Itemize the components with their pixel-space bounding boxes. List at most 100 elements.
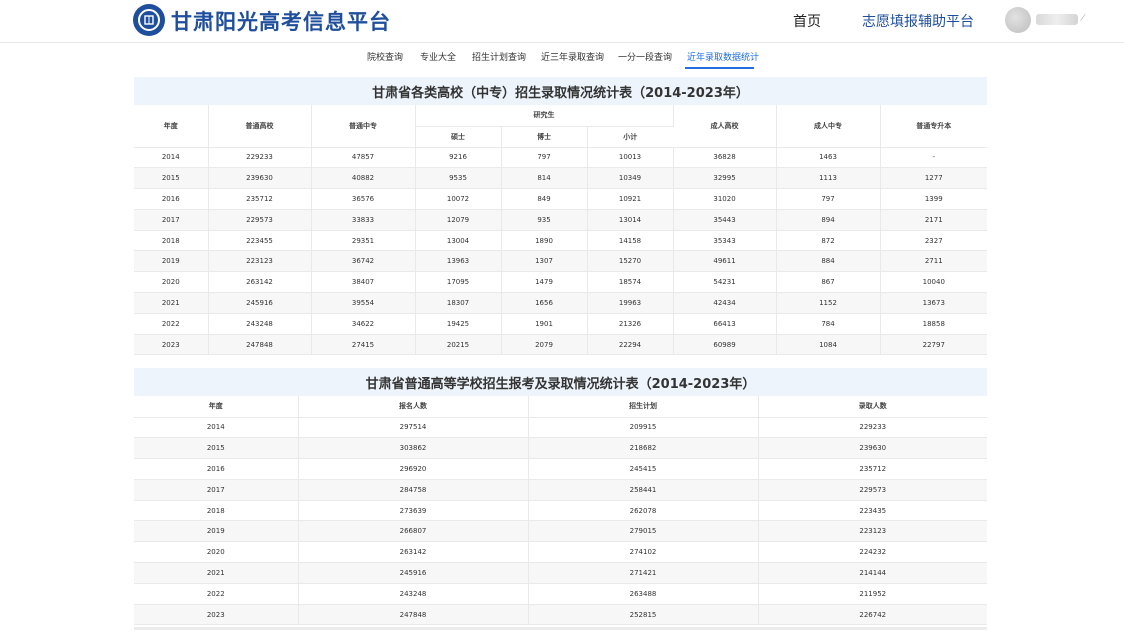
table-row: 2021 245916 39554 18307 1656 19963 42434 1152 13… [134, 292, 988, 314]
tab-enrollment-plan[interactable]: 招生计划查询 [472, 50, 526, 63]
table-cell: 884 [776, 250, 881, 273]
col-header-regular-college: 普通高校 [208, 105, 312, 148]
col-header-adult-secondary: 成人中专 [776, 105, 881, 148]
col-header-adult-college: 成人高校 [673, 105, 777, 148]
col-header-year: 年度 [134, 105, 209, 148]
col-header-master: 硕士 [415, 126, 502, 148]
table-cell: 247848 [208, 334, 312, 356]
nav-home-link[interactable]: 首页 [793, 11, 821, 31]
table-cell: 19425 [415, 313, 502, 335]
table-cell: 10013 [587, 147, 674, 169]
table-cell: 19963 [587, 292, 674, 314]
table-cell: 223123 [208, 250, 312, 273]
table-row: 2021 245916 271421 214144 [134, 562, 987, 584]
table-cell: 245916 [208, 292, 312, 314]
nav-volunteer-platform-link[interactable]: 志愿填报辅助平台 [862, 11, 974, 31]
table-cell: 243248 [298, 583, 529, 605]
col-header-regular-secondary: 普通中专 [311, 105, 416, 148]
table-cell: 284758 [298, 479, 529, 501]
table-cell: 229573 [208, 209, 312, 231]
table-cell: 239630 [208, 167, 312, 190]
table-cell: 13014 [587, 209, 674, 231]
table-cell: 235712 [758, 458, 987, 480]
table-cell: 33833 [311, 209, 416, 231]
table-cell: 18307 [415, 292, 502, 314]
table-cell: 229233 [758, 417, 987, 439]
table-cell: 9535 [415, 167, 502, 190]
table-cell: 1890 [501, 230, 588, 252]
table-cell: 2327 [880, 230, 988, 252]
table-cell: 2021 [134, 292, 209, 314]
table-cell: 1152 [776, 292, 881, 314]
table-row: 2018 223455 29351 13004 1890 14158 35343 872 232… [134, 230, 988, 252]
table-cell: 35343 [673, 230, 777, 252]
logo-emblem-icon [138, 9, 160, 31]
user-avatar[interactable] [1005, 7, 1031, 33]
table-cell: 10040 [880, 271, 988, 294]
table-cell: 245916 [298, 562, 529, 584]
table-cell: 17095 [415, 271, 502, 294]
table-cell: 2014 [134, 147, 209, 169]
table-cell: 2019 [134, 250, 209, 273]
table-cell: 36828 [673, 147, 777, 169]
tab-three-year-admission[interactable]: 近三年录取查询 [541, 50, 604, 63]
table-cell: 1307 [501, 250, 588, 273]
table-row: 2016 296920 245415 235712 [134, 458, 987, 480]
table-cell: 262078 [528, 500, 759, 522]
table-cell: 894 [776, 209, 881, 231]
horizontal-scrollbar[interactable] [134, 627, 987, 630]
table-cell: 814 [501, 167, 588, 190]
table-cell: 239630 [758, 437, 987, 460]
table-cell: 1479 [501, 271, 588, 294]
table-row: 2017 284758 258441 229573 [134, 479, 987, 501]
table-row: 2016 235712 36576 10072 849 10921 31020 797 1399 [134, 188, 988, 210]
table-cell: 1277 [880, 167, 988, 190]
table-cell: 1463 [776, 147, 881, 169]
table-cell: 258441 [528, 479, 759, 501]
table-cell: 2017 [134, 479, 299, 501]
table-cell: 214144 [758, 562, 987, 584]
active-tab-indicator [685, 67, 754, 69]
sub-navigation: 院校查询 专业大全 招生计划查询 近三年录取查询 一分一段查询 近年录取数据统计 [0, 43, 1124, 70]
table-cell: 20215 [415, 334, 502, 356]
tab-major-list[interactable]: 专业大全 [420, 50, 456, 63]
table-cell: 2020 [134, 541, 299, 564]
table-cell: 2019 [134, 520, 299, 543]
user-name-blurred[interactable] [1036, 14, 1078, 25]
site-logo[interactable] [133, 4, 165, 36]
table-cell: 29351 [311, 230, 416, 252]
table-cell: 303862 [298, 437, 529, 460]
table-cell: 18574 [587, 271, 674, 294]
tab-admission-statistics[interactable]: 近年录取数据统计 [687, 50, 759, 63]
table-cell: 1399 [880, 188, 988, 210]
table-cell: 2023 [134, 334, 209, 356]
table1-all-institutions: 年度 普通高校 普通中专 研究生 成人高校 成人中专 普通专升本 硕士 博士 小… [134, 105, 988, 356]
table-cell: 2020 [134, 271, 209, 294]
table-cell: 849 [501, 188, 588, 210]
table2-panel: 甘肃省普通高等学校招生报考及录取情况统计表（2014-2023年） 年度 报名人… [134, 368, 987, 626]
tab-score-segment[interactable]: 一分一段查询 [618, 50, 672, 63]
table-cell: 223435 [758, 500, 987, 522]
table-cell: 13963 [415, 250, 502, 273]
table-cell: 49611 [673, 250, 777, 273]
table-cell: 2018 [134, 500, 299, 522]
table-cell: 2018 [134, 230, 209, 252]
site-title[interactable]: 甘肃阳光高考信息平台 [171, 6, 391, 36]
user-menu-caret-icon[interactable]: ⁄ [1082, 13, 1084, 24]
table-cell: 274102 [528, 541, 759, 564]
tab-school-search[interactable]: 院校查询 [367, 50, 403, 63]
table-cell: 31020 [673, 188, 777, 210]
table-cell: 263142 [298, 541, 529, 564]
table-cell: 2016 [134, 458, 299, 480]
table-cell: 1901 [501, 313, 588, 335]
table-cell: 872 [776, 230, 881, 252]
table-cell: 36576 [311, 188, 416, 210]
table-cell: 2021 [134, 562, 299, 584]
table-cell: 229233 [208, 147, 312, 169]
table-cell: 9216 [415, 147, 502, 169]
table-cell: 10349 [587, 167, 674, 190]
col-header-year: 年度 [134, 396, 299, 418]
table-cell: 18858 [880, 313, 988, 335]
table-cell: 27415 [311, 334, 416, 356]
table-row: 2014 229233 47857 9216 797 10013 36828 1463- [134, 147, 988, 169]
